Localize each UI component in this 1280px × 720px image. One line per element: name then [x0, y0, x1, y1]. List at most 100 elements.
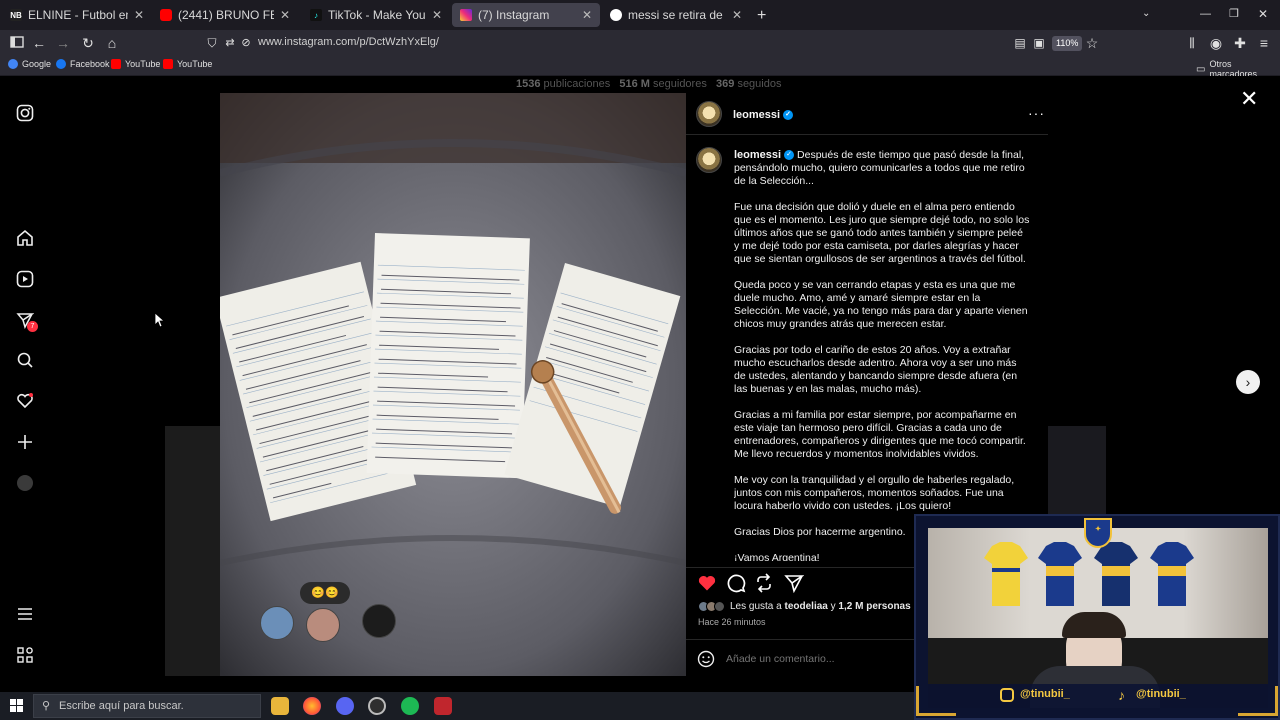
windows-start-icon[interactable] [10, 699, 23, 717]
close-tab-icon[interactable]: ✕ [732, 8, 742, 22]
next-post-chevron-icon[interactable]: › [1236, 370, 1260, 394]
post-timestamp: Hace 26 minutos [698, 617, 766, 627]
likes-count[interactable]: 1,2 M personas [838, 601, 910, 612]
address-bar[interactable]: www.instagram.com/p/DctWzhYxElg/ [258, 36, 439, 48]
like-heart-icon[interactable] [697, 573, 717, 593]
tab-label: ELNINE - Futbol en Vivo [28, 8, 128, 22]
also-from-meta-icon[interactable] [16, 646, 36, 666]
tab-instagram[interactable]: (7) Instagram ✕ [452, 3, 600, 27]
file-explorer-icon[interactable] [271, 697, 289, 715]
tiktok-favicon-icon: ♪ [310, 9, 322, 21]
tab-tiktok[interactable]: ♪ TikTok - Make Your Day ✕ [302, 3, 450, 27]
menu-icon[interactable]: ≡ [1256, 35, 1272, 51]
reels-icon[interactable] [16, 270, 36, 290]
author-avatar[interactable] [696, 101, 722, 127]
new-tab-icon[interactable]: + [757, 7, 766, 25]
caption-paragraph: Gracias a mi familia por estar siempre, … [734, 409, 1026, 460]
extensions-icon[interactable]: ✚ [1232, 35, 1248, 51]
emoji-picker-icon[interactable] [697, 650, 715, 668]
following-count: 369 [716, 78, 735, 90]
bookmark-label: Facebook [70, 59, 110, 69]
tab-bing-search[interactable]: messi se retira de argentina - B ✕ [602, 3, 750, 27]
comment-input[interactable] [726, 653, 906, 665]
viewer-avatar[interactable] [306, 608, 340, 642]
likes-conjunction: y [830, 601, 836, 612]
camera-muted-icon[interactable]: ⊘ [238, 35, 254, 51]
home-icon[interactable] [16, 229, 36, 249]
letter-photo-illustration [220, 93, 686, 676]
tiktok-icon: ♪ [1118, 687, 1125, 703]
list-tabs-chevron-icon[interactable]: ⌄ [1142, 8, 1150, 19]
instagram-logo-icon[interactable] [16, 104, 36, 124]
messages-icon[interactable]: 7 [16, 311, 38, 332]
likes-summary[interactable]: Les gusta a teodeliaa y 1,2 M personas [698, 601, 911, 612]
bookmark-label: Google [22, 59, 52, 69]
account-icon[interactable]: ◉ [1208, 35, 1224, 51]
search-placeholder: Escribe aquí para buscar. [59, 700, 184, 712]
reader-view-icon[interactable]: ▤ [1012, 35, 1028, 51]
obs-icon[interactable] [368, 697, 386, 715]
close-tab-icon[interactable]: ✕ [432, 8, 442, 22]
home-icon[interactable]: ⌂ [104, 35, 120, 51]
taskbar-search-box[interactable]: ⚲ Escribe aquí para buscar. [33, 694, 261, 718]
back-icon[interactable]: ← [31, 35, 47, 51]
share-send-icon[interactable] [784, 573, 805, 594]
close-modal-icon[interactable]: ✕ [1240, 86, 1258, 112]
create-plus-icon[interactable] [16, 433, 36, 453]
close-tab-icon[interactable]: ✕ [134, 8, 144, 22]
caption-author-avatar[interactable] [696, 147, 722, 173]
close-tab-icon[interactable]: ✕ [582, 8, 592, 22]
spotify-icon[interactable] [401, 697, 419, 715]
author-username[interactable]: leomessi ✓ [733, 109, 794, 121]
tiktok-handle: @tinubii_ [1136, 688, 1186, 700]
elnine-favicon-icon: NB [10, 9, 22, 21]
tab-youtube[interactable]: (2441) BRUNO FERNANDES MA ✕ [152, 3, 298, 27]
post-image[interactable]: 😊😊 [220, 93, 686, 676]
reaction-bubble: 😊😊 [300, 582, 350, 604]
caption-paragraph: leomessi ✓ Después de este tiempo que pas… [734, 149, 1030, 188]
verified-badge-icon: ✓ [784, 150, 795, 161]
bookmark-youtube-2[interactable]: YouTube [163, 59, 212, 69]
profile-avatar[interactable] [16, 474, 36, 494]
restore-window-icon[interactable]: ❐ [1229, 7, 1239, 20]
bookmark-label: YouTube [177, 59, 213, 69]
screenshot-icon[interactable]: ▣ [1031, 35, 1047, 51]
divider [686, 134, 1048, 135]
bookmark-google[interactable]: Google [8, 59, 51, 69]
folder-icon: ▭ [1196, 63, 1206, 75]
bookmark-star-icon[interactable]: ☆ [1084, 35, 1100, 51]
bookmark-facebook[interactable]: Facebook [56, 59, 110, 69]
comment-icon[interactable] [726, 573, 746, 593]
viewer-avatar[interactable] [260, 606, 294, 640]
youtube-icon [111, 59, 121, 69]
profile-stats: 1536 publicaciones 516 M seguidores 369 … [516, 78, 781, 90]
repost-icon[interactable] [754, 573, 774, 593]
reload-icon[interactable]: ↻ [80, 35, 96, 51]
firefox-icon[interactable] [303, 697, 321, 715]
shield-icon[interactable]: ⛉ [204, 35, 220, 51]
instagram-handle: @tinubii_ [1020, 688, 1070, 700]
permissions-icon[interactable]: ⇄ [222, 35, 238, 51]
sidebar-toggle-icon[interactable] [9, 35, 25, 51]
bookmark-youtube[interactable]: YouTube [111, 59, 160, 69]
minimize-icon[interactable]: — [1200, 8, 1211, 20]
search-icon[interactable] [16, 351, 36, 371]
discord-icon[interactable] [336, 697, 354, 715]
viewer-avatar[interactable] [362, 604, 396, 638]
likes-prefix: Les gusta a [730, 601, 782, 612]
more-options-icon[interactable]: ··· [1028, 105, 1045, 121]
close-window-icon[interactable]: ✕ [1258, 7, 1268, 21]
zoom-level-badge[interactable]: 110% [1052, 36, 1083, 51]
caption-username[interactable]: leomessi [734, 149, 781, 161]
more-menu-icon[interactable] [16, 605, 36, 625]
library-icon[interactable]: ⫼ [1184, 35, 1200, 51]
close-tab-icon[interactable]: ✕ [280, 8, 290, 22]
heart-notifications-icon[interactable] [16, 392, 36, 412]
forward-icon[interactable]: → [55, 35, 71, 51]
likes-user[interactable]: teodeliaa [785, 601, 828, 612]
verified-badge-icon: ✓ [783, 110, 794, 121]
tab-label: TikTok - Make Your Day [328, 8, 426, 22]
voicemeeter-icon[interactable] [434, 697, 452, 715]
tab-elnine[interactable]: NB ELNINE - Futbol en Vivo ✕ [2, 3, 152, 27]
username-text: leomessi [733, 109, 781, 121]
